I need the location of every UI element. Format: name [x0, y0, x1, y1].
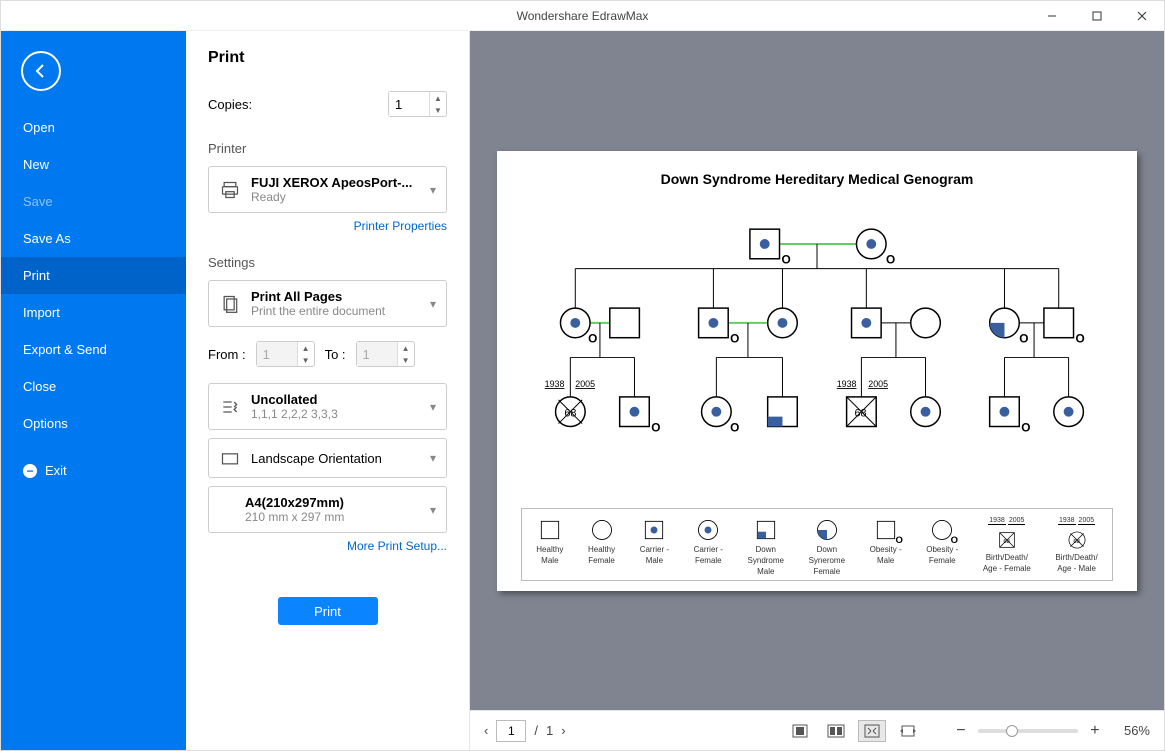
collate-selector[interactable]: Uncollated 1,1,1 2,2,2 3,3,3 ▾ — [208, 383, 447, 430]
orientation-selector[interactable]: Landscape Orientation ▾ — [208, 438, 447, 478]
sidebar: Open New Save Save As Print Import Expor… — [1, 31, 186, 750]
exit-icon: − — [23, 464, 37, 478]
printer-selector[interactable]: FUJI XEROX ApeosPort-... Ready ▾ — [208, 166, 447, 213]
fit-width-button[interactable] — [894, 720, 922, 742]
title-bar: Wondershare EdrawMax — [1, 1, 1164, 31]
svg-text:68: 68 — [1073, 538, 1080, 544]
svg-text:O: O — [781, 252, 790, 266]
page-sep: / — [534, 723, 538, 738]
sidebar-item-exit[interactable]: − Exit — [1, 452, 186, 489]
svg-text:O: O — [895, 535, 902, 546]
page-prev-button[interactable]: ‹ — [484, 723, 488, 738]
chevron-down-icon: ▾ — [424, 183, 436, 197]
svg-text:O: O — [1076, 331, 1085, 345]
preview-pane: Down Syndrome Hereditary Medical Genogra… — [469, 31, 1164, 750]
sidebar-item-print[interactable]: Print — [1, 257, 186, 294]
printer-name: FUJI XEROX ApeosPort-... — [251, 175, 414, 190]
sidebar-item-export-send[interactable]: Export & Send — [1, 331, 186, 368]
window-close-button[interactable] — [1119, 1, 1164, 30]
window-minimize-button[interactable] — [1029, 1, 1074, 30]
sidebar-item-open[interactable]: Open — [1, 109, 186, 146]
chevron-down-icon: ▾ — [424, 400, 436, 414]
svg-text:68: 68 — [564, 407, 576, 419]
copies-label: Copies: — [208, 97, 388, 112]
paper-selector[interactable]: A4(210x297mm) 210 mm x 297 mm ▾ — [208, 486, 447, 533]
view-single-button[interactable] — [786, 720, 814, 742]
copies-input[interactable] — [389, 92, 429, 116]
more-print-setup-link[interactable]: More Print Setup... — [208, 539, 447, 553]
pages-title: Print All Pages — [251, 289, 414, 304]
zoom-value: 56% — [1124, 723, 1150, 738]
svg-text:68: 68 — [1003, 538, 1010, 544]
zoom-out-button[interactable]: − — [952, 722, 970, 740]
copies-down[interactable]: ▼ — [430, 104, 446, 116]
sidebar-item-new[interactable]: New — [1, 146, 186, 183]
orientation: Landscape Orientation — [251, 451, 414, 466]
zoom-in-button[interactable]: + — [1086, 722, 1104, 740]
svg-text:O: O — [730, 331, 739, 345]
printer-status: Ready — [251, 190, 414, 204]
paper-title: A4(210x297mm) — [245, 495, 414, 510]
printer-properties-link[interactable]: Printer Properties — [208, 219, 447, 233]
legend: HealthyMale HealthyFemale Carrier -Male … — [521, 508, 1113, 581]
pages-selector[interactable]: Print All Pages Print the entire documen… — [208, 280, 447, 327]
back-button[interactable] — [21, 51, 61, 91]
zoom-slider[interactable] — [978, 729, 1078, 733]
fit-page-button[interactable] — [858, 720, 886, 742]
orientation-icon — [219, 447, 241, 469]
preview-page: Down Syndrome Hereditary Medical Genogra… — [497, 151, 1137, 591]
from-input — [257, 342, 297, 366]
paper-sub: 210 mm x 297 mm — [245, 510, 414, 524]
svg-text:O: O — [886, 252, 895, 266]
copies-up[interactable]: ▲ — [430, 92, 446, 104]
page-next-button[interactable]: › — [561, 723, 565, 738]
svg-text:2005: 2005 — [868, 379, 888, 389]
collate-icon — [219, 396, 241, 418]
panel-title: Print — [208, 49, 447, 67]
svg-text:O: O — [588, 331, 597, 345]
chevron-down-icon: ▾ — [424, 451, 436, 465]
print-button[interactable]: Print — [278, 597, 378, 625]
sidebar-item-options[interactable]: Options — [1, 405, 186, 442]
settings-section-label: Settings — [208, 255, 447, 270]
to-input — [357, 342, 397, 366]
window-maximize-button[interactable] — [1074, 1, 1119, 30]
collate-title: Uncollated — [251, 392, 414, 407]
from-stepper: ▲▼ — [256, 341, 315, 367]
svg-text:O: O — [1021, 420, 1030, 434]
preview-toolbar: ‹ / 1 › − + 56% — [470, 710, 1164, 750]
printer-icon — [219, 179, 241, 201]
preview-canvas: Down Syndrome Hereditary Medical Genogra… — [470, 31, 1164, 710]
from-label: From : — [208, 347, 246, 362]
print-panel: Print Copies: ▲ ▼ Printer FUJI XEROX Ape — [186, 31, 469, 750]
svg-text:1938: 1938 — [837, 379, 857, 389]
svg-text:O: O — [651, 420, 660, 434]
svg-text:1938: 1938 — [545, 379, 565, 389]
document-title: Down Syndrome Hereditary Medical Genogra… — [521, 171, 1113, 187]
sidebar-item-import[interactable]: Import — [1, 294, 186, 331]
chevron-down-icon: ▾ — [424, 297, 436, 311]
view-double-button[interactable] — [822, 720, 850, 742]
collate-sub: 1,1,1 2,2,2 3,3,3 — [251, 407, 414, 421]
to-label: To : — [325, 347, 346, 362]
sidebar-item-save-as[interactable]: Save As — [1, 220, 186, 257]
svg-text:68: 68 — [854, 407, 866, 419]
page-input[interactable] — [496, 720, 526, 742]
genogram-chart: O O — [521, 201, 1113, 504]
pages-icon — [219, 293, 241, 315]
copies-stepper[interactable]: ▲ ▼ — [388, 91, 447, 117]
to-stepper: ▲▼ — [356, 341, 415, 367]
chevron-down-icon: ▾ — [424, 503, 436, 517]
exit-label: Exit — [45, 463, 67, 478]
app-title: Wondershare EdrawMax — [517, 9, 649, 23]
svg-text:O: O — [1019, 331, 1028, 345]
pages-sub: Print the entire document — [251, 304, 414, 318]
printer-section-label: Printer — [208, 141, 447, 156]
sidebar-item-close[interactable]: Close — [1, 368, 186, 405]
page-total: 1 — [546, 723, 553, 738]
svg-text:O: O — [951, 535, 958, 546]
sidebar-item-save[interactable]: Save — [1, 183, 186, 220]
svg-text:O: O — [730, 420, 739, 434]
svg-text:2005: 2005 — [575, 379, 595, 389]
